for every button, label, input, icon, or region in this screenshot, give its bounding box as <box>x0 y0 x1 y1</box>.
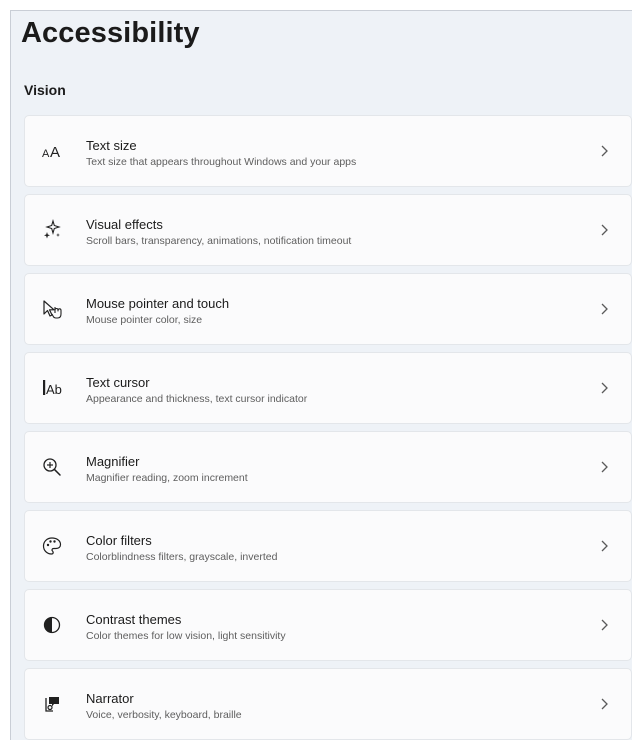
settings-window: Accessibility Vision A A Text size Text … <box>10 10 632 740</box>
settings-item-label: Mouse pointer and touch <box>86 296 230 311</box>
chevron-right-icon <box>597 302 611 316</box>
text-size-icon: A A <box>41 140 63 162</box>
settings-item-description: Colorblindness filters, grayscale, inver… <box>86 551 278 563</box>
settings-item-label: Text size <box>86 138 137 153</box>
text-cursor-icon: Ab <box>41 377 63 399</box>
svg-text:A: A <box>50 144 60 161</box>
chevron-right-icon <box>597 697 611 711</box>
settings-item-description: Scroll bars, transparency, animations, n… <box>86 235 352 247</box>
section-title-vision: Vision <box>24 82 66 98</box>
settings-item-color-filters[interactable]: Color filters Colorblindness filters, gr… <box>24 510 632 582</box>
chevron-right-icon <box>597 223 611 237</box>
settings-item-visual-effects[interactable]: Visual effects Scroll bars, transparency… <box>24 194 632 266</box>
settings-item-magnifier[interactable]: Magnifier Magnifier reading, zoom increm… <box>24 431 632 503</box>
chevron-right-icon <box>597 381 611 395</box>
magnifier-icon <box>41 456 63 478</box>
chevron-right-icon <box>597 460 611 474</box>
settings-list: A A Text size Text size that appears thr… <box>24 115 632 747</box>
settings-item-narrator[interactable]: Narrator Voice, verbosity, keyboard, bra… <box>24 668 632 740</box>
settings-item-label: Magnifier <box>86 454 140 469</box>
settings-item-mouse-pointer[interactable]: Mouse pointer and touch Mouse pointer co… <box>24 273 632 345</box>
settings-item-description: Magnifier reading, zoom increment <box>86 472 248 484</box>
chevron-right-icon <box>597 539 611 553</box>
settings-item-text-cursor[interactable]: Ab Text cursor Appearance and thickness,… <box>24 352 632 424</box>
settings-item-description: Text size that appears throughout Window… <box>86 156 357 168</box>
settings-item-text-size[interactable]: A A Text size Text size that appears thr… <box>24 115 632 187</box>
color-filters-icon <box>41 535 63 557</box>
contrast-themes-icon <box>41 614 63 636</box>
chevron-right-icon <box>597 618 611 632</box>
settings-item-description: Appearance and thickness, text cursor in… <box>86 393 308 405</box>
settings-item-description: Color themes for low vision, light sensi… <box>86 630 286 642</box>
visual-effects-icon <box>41 219 63 241</box>
settings-item-description: Mouse pointer color, size <box>86 314 203 326</box>
settings-item-label: Contrast themes <box>86 612 182 627</box>
chevron-right-icon <box>597 144 611 158</box>
settings-item-label: Text cursor <box>86 375 150 390</box>
mouse-pointer-icon <box>41 298 63 320</box>
settings-item-label: Narrator <box>86 691 134 706</box>
settings-item-label: Color filters <box>86 533 152 548</box>
narrator-icon <box>41 693 63 715</box>
svg-text:Ab: Ab <box>46 382 62 397</box>
settings-item-contrast-themes[interactable]: Contrast themes Color themes for low vis… <box>24 589 632 661</box>
settings-item-label: Visual effects <box>86 217 163 232</box>
page-title: Accessibility <box>21 17 200 49</box>
settings-item-description: Voice, verbosity, keyboard, braille <box>86 709 242 721</box>
svg-text:A: A <box>42 148 50 160</box>
